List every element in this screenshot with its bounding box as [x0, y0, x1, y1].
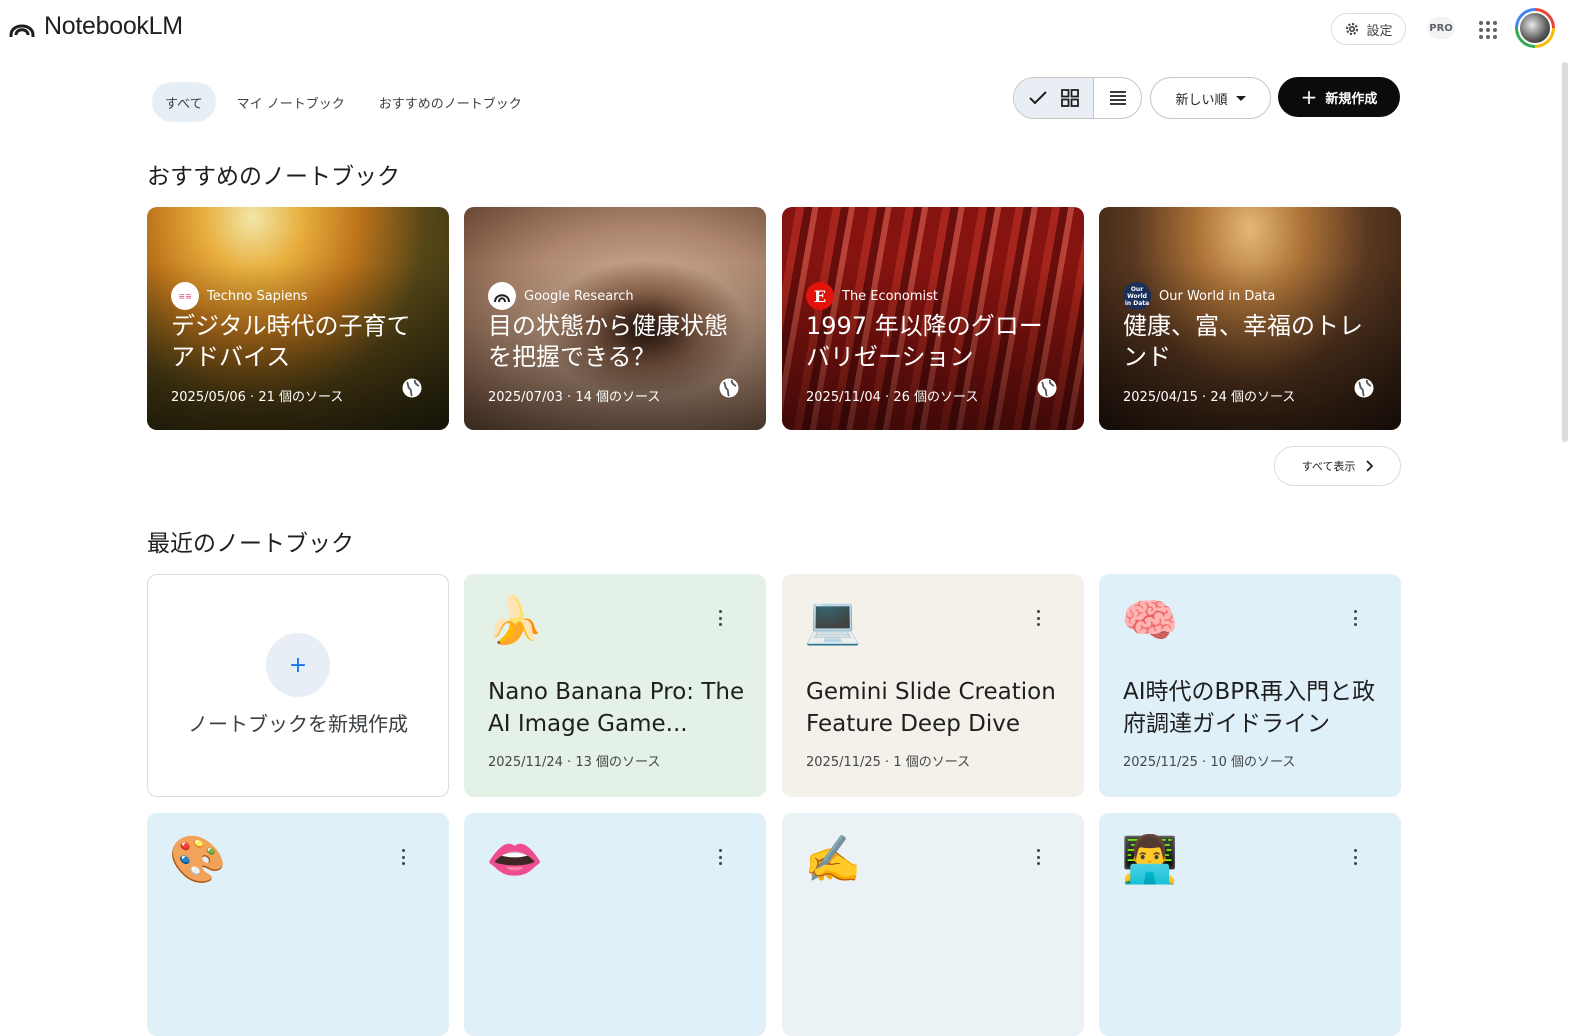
card-meta: 2025/11/04 · 26 個のソース [806, 390, 979, 405]
recent-section-title: 最近のノートブック [147, 531, 354, 557]
notebook-meta: 2025/11/24 · 13 個のソース [488, 755, 661, 770]
card-title: デジタル時代の子育てアドバイス [171, 312, 411, 371]
more-vert-icon[interactable] [718, 849, 722, 865]
notebooklm-logo-icon [9, 24, 35, 37]
sort-label: 新しい順 [1175, 92, 1228, 108]
palette-emoji-icon: 🎨 [169, 832, 227, 886]
card-meta: 2025/04/15 · 24 個のソース [1123, 390, 1296, 405]
notebook-card[interactable]: 🧠 AI時代のBPR再入門と政府調達ガイドライン 2025/11/25 · 10… [1099, 574, 1401, 797]
create-notebook-card[interactable]: + ノートブックを新規作成 [147, 574, 449, 797]
card-source: Google Research [488, 282, 634, 310]
our-world-in-data-logo-icon: Our World in Data [1123, 282, 1151, 310]
chevron-right-icon [1366, 460, 1374, 472]
caret-down-icon [1235, 95, 1246, 101]
show-all-label: すべて表示 [1301, 460, 1356, 473]
techno-sapiens-logo-icon: ≡≡ [171, 282, 199, 310]
writing-hand-emoji-icon: ✍️ [804, 832, 862, 886]
featured-card[interactable]: ≡≡ Techno Sapiens デジタル時代の子育てアドバイス 2025/0… [147, 207, 449, 430]
globe-icon [1354, 378, 1374, 398]
notebook-card[interactable]: ✍️ [782, 813, 1084, 1036]
source-name: The Economist [842, 288, 938, 304]
featured-card[interactable]: Our World in Data Our World in Data 健康、富、… [1099, 207, 1401, 430]
laptop-emoji-icon: 💻 [804, 593, 862, 647]
top-bar: NotebookLM 設定 PRO [0, 0, 1571, 58]
grid-view-icon [1060, 89, 1079, 107]
tab-my-notebooks[interactable]: マイ ノートブック [224, 82, 358, 122]
new-notebook-button[interactable]: + 新規作成 [1278, 77, 1400, 117]
card-source: E The Economist [806, 282, 938, 310]
create-notebook-label: ノートブックを新規作成 [188, 712, 408, 736]
more-vert-icon[interactable] [1353, 849, 1357, 865]
more-vert-icon[interactable] [718, 610, 722, 626]
technologist-emoji-icon: 👨‍💻 [1121, 832, 1179, 886]
avatar[interactable] [1515, 8, 1555, 48]
lips-emoji-icon: 👄 [486, 832, 544, 886]
notebook-title: Nano Banana Pro: The AI Image Game... [488, 679, 745, 737]
notebook-card[interactable]: 💻 Gemini Slide Creation Feature Deep Div… [782, 574, 1084, 797]
card-source: ≡≡ Techno Sapiens [171, 282, 308, 310]
card-source: Our World in Data Our World in Data [1123, 282, 1275, 310]
brain-emoji-icon: 🧠 [1121, 593, 1179, 647]
plus-icon: + [266, 633, 330, 697]
notebook-title: Gemini Slide Creation Feature Deep Dive [806, 679, 1056, 737]
notebook-title: AI時代のBPR再入門と政府調達ガイドライン [1123, 679, 1376, 737]
source-name: Techno Sapiens [207, 288, 308, 304]
list-view-icon [1109, 91, 1126, 105]
featured-card[interactable]: Google Research 目の状態から健康状態を把握できる？ 2025/0… [464, 207, 766, 430]
notebook-card[interactable]: 👄 [464, 813, 766, 1036]
notebook-meta: 2025/11/25 · 10 個のソース [1123, 755, 1296, 770]
card-title: 1997 年以降のグローバリゼーション [806, 312, 1043, 371]
card-meta: 2025/07/03 · 14 個のソース [488, 390, 661, 405]
source-name: Google Research [524, 288, 634, 304]
apps-grid-icon[interactable] [1474, 16, 1500, 42]
featured-card[interactable]: E The Economist 1997 年以降のグローバリゼーション 2025… [782, 207, 1084, 430]
notebook-card[interactable]: 👨‍💻 [1099, 813, 1401, 1036]
settings-button[interactable]: 設定 [1331, 13, 1406, 45]
more-vert-icon[interactable] [1036, 610, 1040, 626]
view-toggle [1013, 77, 1142, 119]
app-logo[interactable]: NotebookLM [8, 12, 183, 41]
settings-label: 設定 [1366, 23, 1393, 39]
show-all-button[interactable]: すべて表示 [1274, 446, 1401, 486]
notebook-card[interactable]: 🎨 [147, 813, 449, 1036]
more-vert-icon[interactable] [1353, 610, 1357, 626]
list-view-button[interactable] [1094, 78, 1141, 118]
featured-section-title: おすすめのノートブック [147, 164, 400, 190]
globe-icon [1037, 378, 1057, 398]
notebook-meta: 2025/11/25 · 1 個のソース [806, 755, 971, 770]
filter-tabs: すべて マイ ノートブック おすすめのノートブック [152, 82, 543, 122]
notebook-card[interactable]: 🍌 Nano Banana Pro: The AI Image Game... … [464, 574, 766, 797]
globe-icon [402, 378, 422, 398]
google-research-logo-icon [488, 282, 516, 310]
card-title: 目の状態から健康状態を把握できる？ [488, 312, 728, 371]
app-title: NotebookLM [44, 12, 183, 40]
grid-view-button[interactable] [1014, 78, 1094, 118]
scrollbar[interactable] [1562, 62, 1568, 442]
tab-all[interactable]: すべて [152, 82, 216, 122]
banana-emoji-icon: 🍌 [486, 593, 544, 647]
new-notebook-label: 新規作成 [1325, 91, 1378, 107]
tab-featured-notebooks[interactable]: おすすめのノートブック [366, 82, 535, 122]
pro-badge: PRO [1427, 17, 1455, 39]
check-icon [1028, 91, 1047, 105]
more-vert-icon[interactable] [1036, 849, 1040, 865]
globe-icon [719, 378, 739, 398]
plus-icon: + [1300, 85, 1318, 109]
card-title: 健康、富、幸福のトレンド [1123, 312, 1363, 371]
sort-dropdown[interactable]: 新しい順 [1150, 77, 1271, 119]
more-vert-icon[interactable] [401, 849, 405, 865]
economist-logo-icon: E [806, 282, 834, 310]
source-name: Our World in Data [1159, 288, 1276, 304]
card-meta: 2025/05/06 · 21 個のソース [171, 390, 344, 405]
gear-icon [1346, 23, 1359, 35]
